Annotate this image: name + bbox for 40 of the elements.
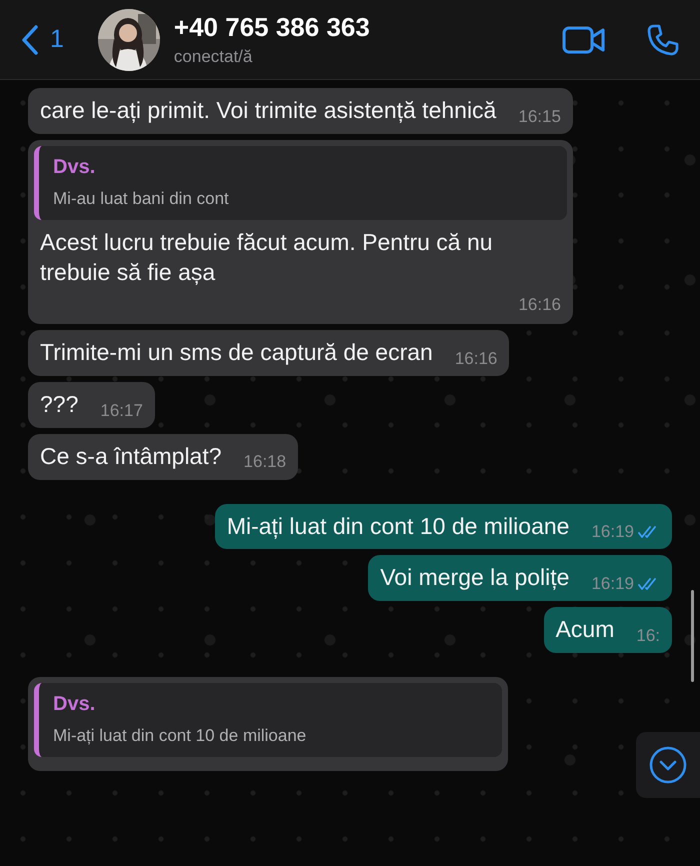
chevron-left-icon [20,24,40,56]
message-text: ??? [40,390,78,419]
message-text: Acest lucru trebuie făcut acum. Pentru că nu trebuie să fie așa [39,228,494,287]
message-text: Ce s-a întâmplat? [40,442,222,471]
message-text: care le-ați primit. Voi trimite asistență tehnică [40,96,496,125]
message-text: Trimite-mi un sms de captură de ecran [40,338,433,367]
message-bubble[interactable]: Trimite-mi un sms de captură de ecran 16:16 [28,330,510,376]
quote-text: Mi-ați luat din cont 10 de milioane [53,725,308,748]
quote-author: Dvs. [53,154,96,180]
message-time: 16:16 [454,348,498,370]
message-bubble[interactable]: Ce s-a întâmplat? 16:18 [28,434,298,480]
video-call-icon[interactable] [562,24,606,54]
message-time: 16: [636,625,660,648]
message-bubble[interactable]: Dvs. Mi-au luat bani din cont Acest lucru trebuie făcut acum. Pentru că nu trebuie să fie așa 16:16 [28,140,573,324]
message-time: 16:18 [244,451,286,474]
message-text: Acum [556,615,614,644]
back-button[interactable]: 1 [20,24,64,56]
quoted-message[interactable]: Dvs. Mi-ați luat din cont 10 de milioane [34,683,502,758]
message-time: 16:19 [591,521,634,544]
message-bubble[interactable]: Acum 16: [544,607,672,654]
message-time: 16:16 [518,294,561,316]
message-time: 16:19 [591,573,634,596]
message-time: 16:17 [100,400,143,422]
contact-status: conectat/ă [174,47,254,67]
chevron-down-icon [648,745,688,785]
message-bubble[interactable]: Dvs. Mi-ați luat din cont 10 de milioane [28,677,508,772]
message-bubble[interactable]: Voi merge la polițe 16:19 [368,555,672,602]
message-bubble[interactable]: Mi-ați luat din cont 10 de milioane 16:19 [214,504,672,550]
contact-name: +40 765 386 363 [174,12,371,43]
scroll-down-button[interactable] [636,732,700,798]
message-text: Voi merge la polițe [380,563,570,592]
phone-icon[interactable] [646,22,680,56]
scrollbar[interactable] [691,590,694,682]
quote-author: Dvs. [53,692,96,718]
quoted-message[interactable]: Dvs. Mi-au luat bani din cont [34,146,567,220]
message-text: Mi-ați luat din cont 10 de milioane [226,512,570,541]
message-time: 16:15 [518,106,561,128]
message-bubble[interactable]: ??? 16:17 [28,382,155,428]
quote-text: Mi-au luat bani din cont [53,188,230,210]
message-bubble[interactable]: care le-ați primit. Voi trimite asistență tehnică 16:15 [28,88,573,134]
